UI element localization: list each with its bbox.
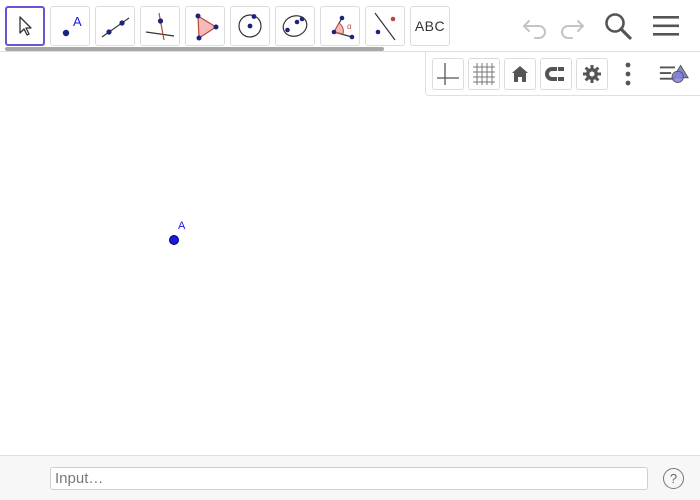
perpendicular-line-icon [145, 12, 175, 41]
geogebra-app: A α ABC A Input… ? [0, 0, 700, 500]
redo-icon [561, 20, 584, 39]
search-button[interactable] [601, 10, 635, 42]
tool-polygon[interactable] [185, 6, 225, 46]
point-a-label: A [178, 220, 186, 232]
toggle-style-bar-button[interactable] [658, 58, 690, 90]
graphics-settings-button[interactable] [576, 58, 608, 90]
grid-icon [473, 63, 495, 85]
tool-circle[interactable] [230, 6, 270, 46]
text-tool-icon: ABC [414, 18, 446, 34]
tool-conic[interactable] [275, 6, 315, 46]
pointer-arrow-icon [19, 16, 32, 36]
tool-angle[interactable]: α [320, 6, 360, 46]
line-through-points-icon [101, 17, 130, 38]
tool-point[interactable]: A [50, 6, 90, 46]
point-capturing-button[interactable] [540, 58, 572, 90]
graphics-view[interactable]: A [0, 52, 700, 455]
tool-line[interactable] [95, 6, 135, 46]
input-bar: ? [0, 455, 700, 500]
tool-perpendicular[interactable] [140, 6, 180, 46]
toggle-grid-button[interactable] [468, 58, 500, 90]
point-icon-label: A [73, 14, 82, 29]
home-icon [512, 66, 528, 82]
menu-icon [653, 16, 679, 36]
circle-center-point-icon [238, 14, 262, 38]
main-menu-button[interactable] [649, 10, 683, 42]
undo-icon [523, 20, 546, 39]
gear-icon [583, 65, 601, 83]
point-a[interactable] [169, 235, 179, 245]
search-icon [605, 13, 632, 40]
toggle-axes-button[interactable] [432, 58, 464, 90]
help-icon: ? [669, 471, 678, 486]
undo-button[interactable] [518, 10, 552, 42]
toggle-style-bar-icon [659, 64, 689, 83]
axes-icon [437, 63, 459, 85]
algebra-input[interactable] [50, 467, 648, 490]
magnet-icon [545, 67, 564, 81]
tool-move[interactable] [5, 6, 45, 46]
conic-icon [282, 15, 308, 37]
more-vertical-icon [625, 62, 631, 86]
point-icon: A [62, 14, 82, 37]
more-options-button[interactable] [612, 58, 644, 90]
angle-icon: α [331, 15, 355, 40]
tool-reflect[interactable] [365, 6, 405, 46]
angle-icon-label: α [347, 22, 352, 31]
style-bar [425, 52, 700, 96]
reflect-about-line-icon [374, 12, 396, 41]
standard-view-button[interactable] [504, 58, 536, 90]
tool-text[interactable]: ABC [410, 6, 450, 46]
polygon-icon [195, 13, 219, 41]
redo-button[interactable] [555, 10, 589, 42]
input-help-button[interactable]: ? [663, 468, 684, 489]
toolbar: A α ABC [0, 0, 700, 52]
